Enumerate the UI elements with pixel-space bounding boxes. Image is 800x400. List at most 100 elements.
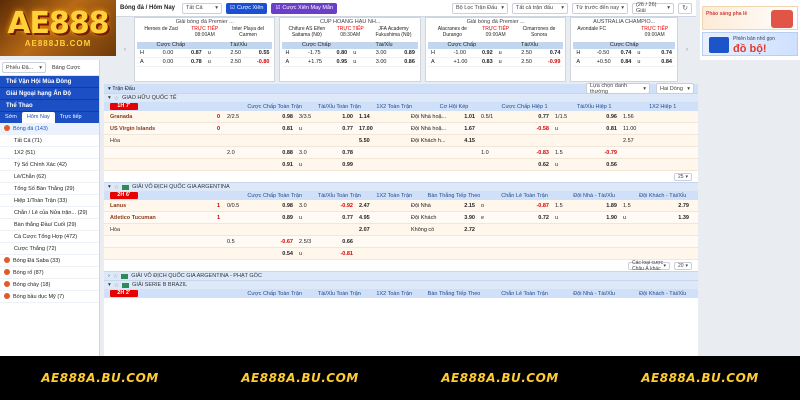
chevron-right-icon[interactable]: › bbox=[682, 17, 692, 82]
sidebar-item[interactable]: Hiệp 1/Toàn Trận (33) bbox=[0, 195, 99, 207]
odds-cell[interactable]: 17.00 bbox=[356, 126, 408, 132]
odds-value[interactable]: 0.54 bbox=[282, 251, 293, 257]
odds-cell[interactable]: Đội Nhà hoặ... 1.01 bbox=[408, 114, 478, 120]
odds-value[interactable]: 0.78 bbox=[182, 58, 205, 66]
odds-value[interactable]: 0.74 bbox=[655, 49, 675, 57]
card-odds-row[interactable]: H -0.50 0.74 u 0.74 bbox=[573, 49, 675, 58]
odds-cell[interactable]: 0.91 bbox=[224, 162, 296, 168]
odds-value[interactable]: 0.99 bbox=[342, 162, 353, 168]
odds-cell[interactable]: 1.5 1.89 bbox=[552, 203, 620, 209]
sidebar-item[interactable]: Bóng đá (143) bbox=[0, 123, 99, 135]
odds-value[interactable]: 2.07 bbox=[359, 227, 370, 233]
league-header[interactable]: › ☆ GIẢI VÔ ĐỊCH QUỐC GIA ARGENTINA - PHẠT… bbox=[104, 271, 698, 280]
odds-value[interactable]: 2.72 bbox=[464, 227, 475, 233]
odds-value[interactable]: 0.62 bbox=[538, 162, 549, 168]
odds-value[interactable]: -0.58 bbox=[536, 126, 549, 132]
odds-cell[interactable]: 3.0 -0.92 bbox=[296, 203, 356, 209]
odds-cell[interactable]: 3.0 0.78 bbox=[296, 150, 356, 156]
card-odds-row[interactable]: H -1.00 0.92 u 2.50 0.74 bbox=[427, 49, 564, 58]
featured-match-card[interactable]: Giải bóng đá Premier ... Heroes de Zaci T… bbox=[134, 17, 276, 82]
star-icon[interactable]: ☆ bbox=[114, 282, 119, 289]
card-odds-row[interactable]: A +0.50 0.84 u 0.84 bbox=[573, 58, 675, 67]
odds-value[interactable]: 0.74 bbox=[541, 49, 564, 57]
odds-cell[interactable]: Đội Nhà hoặ... 1.67 bbox=[408, 126, 478, 132]
odds-value[interactable]: 0.55 bbox=[250, 49, 273, 57]
expand-icon[interactable]: ▾ bbox=[108, 95, 111, 101]
odds-value[interactable]: 1.89 bbox=[606, 203, 617, 209]
parlay-button[interactable]: ☑ Cược Xiên bbox=[226, 2, 268, 14]
sidebar-item[interactable]: Bóng bầu dục Mỹ (7) bbox=[0, 291, 99, 303]
odds-value[interactable]: -0.81 bbox=[340, 251, 353, 257]
odds-value[interactable]: 0.77 bbox=[342, 215, 353, 221]
odds-cell[interactable]: 11.00 bbox=[620, 126, 692, 132]
odds-value[interactable]: 0.92 bbox=[473, 49, 496, 57]
sidebar-item[interactable]: Bàn thắng Đầu/ Cuối (29) bbox=[0, 219, 99, 231]
odds-value[interactable]: 0.77 bbox=[538, 114, 549, 120]
featured-match-card[interactable]: CÚP HOÀNG HẬU NH... Chifure AS Elfen Sai… bbox=[279, 17, 421, 82]
odds-value[interactable]: 0.83 bbox=[473, 58, 496, 66]
sidebar-item[interactable]: Bóng Đá Saba (33) bbox=[0, 255, 99, 267]
odds-cell[interactable]: 2.57 bbox=[620, 138, 692, 144]
odds-cell[interactable]: Đội Khách h... 4.15 bbox=[408, 138, 478, 144]
odds-value[interactable]: 0.96 bbox=[606, 114, 617, 120]
odds-value[interactable]: 0.87 bbox=[182, 49, 205, 57]
odds-value[interactable]: 1.67 bbox=[464, 126, 475, 132]
sidebar-section-sports[interactable]: Thể Thao bbox=[0, 100, 99, 112]
league-header[interactable]: ▾ ☆ GIẢI SERIE B BRAZIL bbox=[104, 280, 698, 289]
match-filter-select[interactable]: Bộ Lọc Trận Đấu ▾ bbox=[452, 2, 508, 14]
odds-value[interactable]: 4.95 bbox=[359, 215, 370, 221]
odds-value[interactable]: 0.78 bbox=[342, 150, 353, 156]
league-count-select[interactable]: (26 / 26) Giải ▾ bbox=[632, 2, 674, 14]
odds-value[interactable]: 0.98 bbox=[282, 114, 293, 120]
odds-value[interactable]: 1.14 bbox=[359, 114, 370, 120]
odds-value[interactable]: 2.15 bbox=[464, 203, 475, 209]
odds-cell[interactable]: 0/0.5 0.98 bbox=[224, 203, 296, 209]
odds-value[interactable]: 4.15 bbox=[464, 138, 475, 144]
promo-banner[interactable]: Pháo sáng pha lê Phiên bản nhỏ gọn đồ bộ! bbox=[700, 0, 800, 60]
odds-value[interactable]: 2.47 bbox=[359, 203, 370, 209]
odds-cell[interactable]: 1/1.5 0.96 bbox=[552, 114, 620, 120]
odds-cell[interactable]: 2/2.5 0.98 bbox=[224, 114, 296, 120]
odds-value[interactable]: -0.79 bbox=[604, 150, 617, 156]
odds-value[interactable]: 1.90 bbox=[606, 215, 617, 221]
odds-cell[interactable]: Đội Khách 3.90 bbox=[408, 215, 478, 221]
card-odds-row[interactable]: H 0.00 0.87 u 2.50 0.55 bbox=[137, 49, 273, 58]
odds-cell[interactable]: 3/3.5 1.00 bbox=[296, 114, 356, 120]
odds-cell[interactable]: 1.5 2.79 bbox=[620, 203, 692, 209]
tab-today[interactable]: Hôm Nay bbox=[21, 112, 55, 123]
odds-value[interactable]: 0.95 bbox=[328, 58, 351, 66]
odds-cell[interactable]: 1.5 -0.79 bbox=[552, 150, 620, 156]
odds-value[interactable]: -0.80 bbox=[250, 58, 273, 66]
odds-cell[interactable]: 2.47 bbox=[356, 203, 408, 209]
odds-value[interactable]: -0.92 bbox=[340, 203, 353, 209]
promo-ad-bottom[interactable]: Phiên bản nhỏ gọn đồ bộ! bbox=[702, 32, 798, 56]
all-matches-select[interactable]: Tất cả trận đấu ▾ bbox=[512, 2, 568, 14]
odds-cell[interactable]: 4.95 bbox=[356, 215, 408, 221]
bet-slip-select[interactable]: Phiếu Đặ... ▾ bbox=[2, 62, 46, 73]
star-icon[interactable]: ☆ bbox=[113, 273, 118, 280]
odds-value[interactable]: 0.89 bbox=[395, 49, 418, 57]
featured-match-card[interactable]: AUSTRALIA CHAMPIO... Avondale FC TRỰC TIẾ… bbox=[570, 17, 678, 82]
sidebar-item[interactable]: Bóng rổ (87) bbox=[0, 267, 99, 279]
expand-icon[interactable]: ▾ bbox=[108, 184, 111, 190]
odds-cell[interactable]: 0.54 bbox=[224, 251, 296, 257]
odds-cell[interactable]: u 0.81 bbox=[552, 126, 620, 132]
star-icon[interactable]: ☆ bbox=[114, 95, 119, 102]
brand-logo[interactable]: AE888 AE888JB.COM bbox=[0, 0, 116, 56]
odds-cell[interactable]: u 0.99 bbox=[296, 162, 356, 168]
odds-value[interactable]: -0.99 bbox=[541, 58, 564, 66]
market-filter-select[interactable]: Tất Cả ▾ bbox=[182, 2, 222, 14]
sidebar-item[interactable]: Tỷ Số Chính Xác (42) bbox=[0, 159, 99, 171]
odds-value[interactable]: 17.00 bbox=[359, 126, 373, 132]
odds-cell[interactable]: 1.56 bbox=[620, 114, 692, 120]
lucky-parlay-button[interactable]: ☑ Cược Xiên May Mắn bbox=[271, 2, 338, 14]
sidebar-section-winter-olympics[interactable]: Thể Vận Hội Mùa Đông bbox=[0, 76, 99, 88]
odds-value[interactable]: -0.67 bbox=[280, 239, 293, 245]
other-asian-odds-select[interactable]: Các loại cược Châu Á khác ▾ bbox=[628, 260, 670, 272]
odds-value[interactable]: 2.79 bbox=[678, 203, 689, 209]
sidebar-section-india-league[interactable]: Giải Ngoại hạng Ấn Độ bbox=[0, 88, 99, 100]
odds-value[interactable]: 0.74 bbox=[614, 49, 634, 57]
odds-cell[interactable]: 5.50 bbox=[356, 138, 408, 144]
sidebar-item[interactable]: Lẻ/Chẵn (62) bbox=[0, 171, 99, 183]
odds-cell[interactable]: u 0.77 bbox=[296, 126, 356, 132]
